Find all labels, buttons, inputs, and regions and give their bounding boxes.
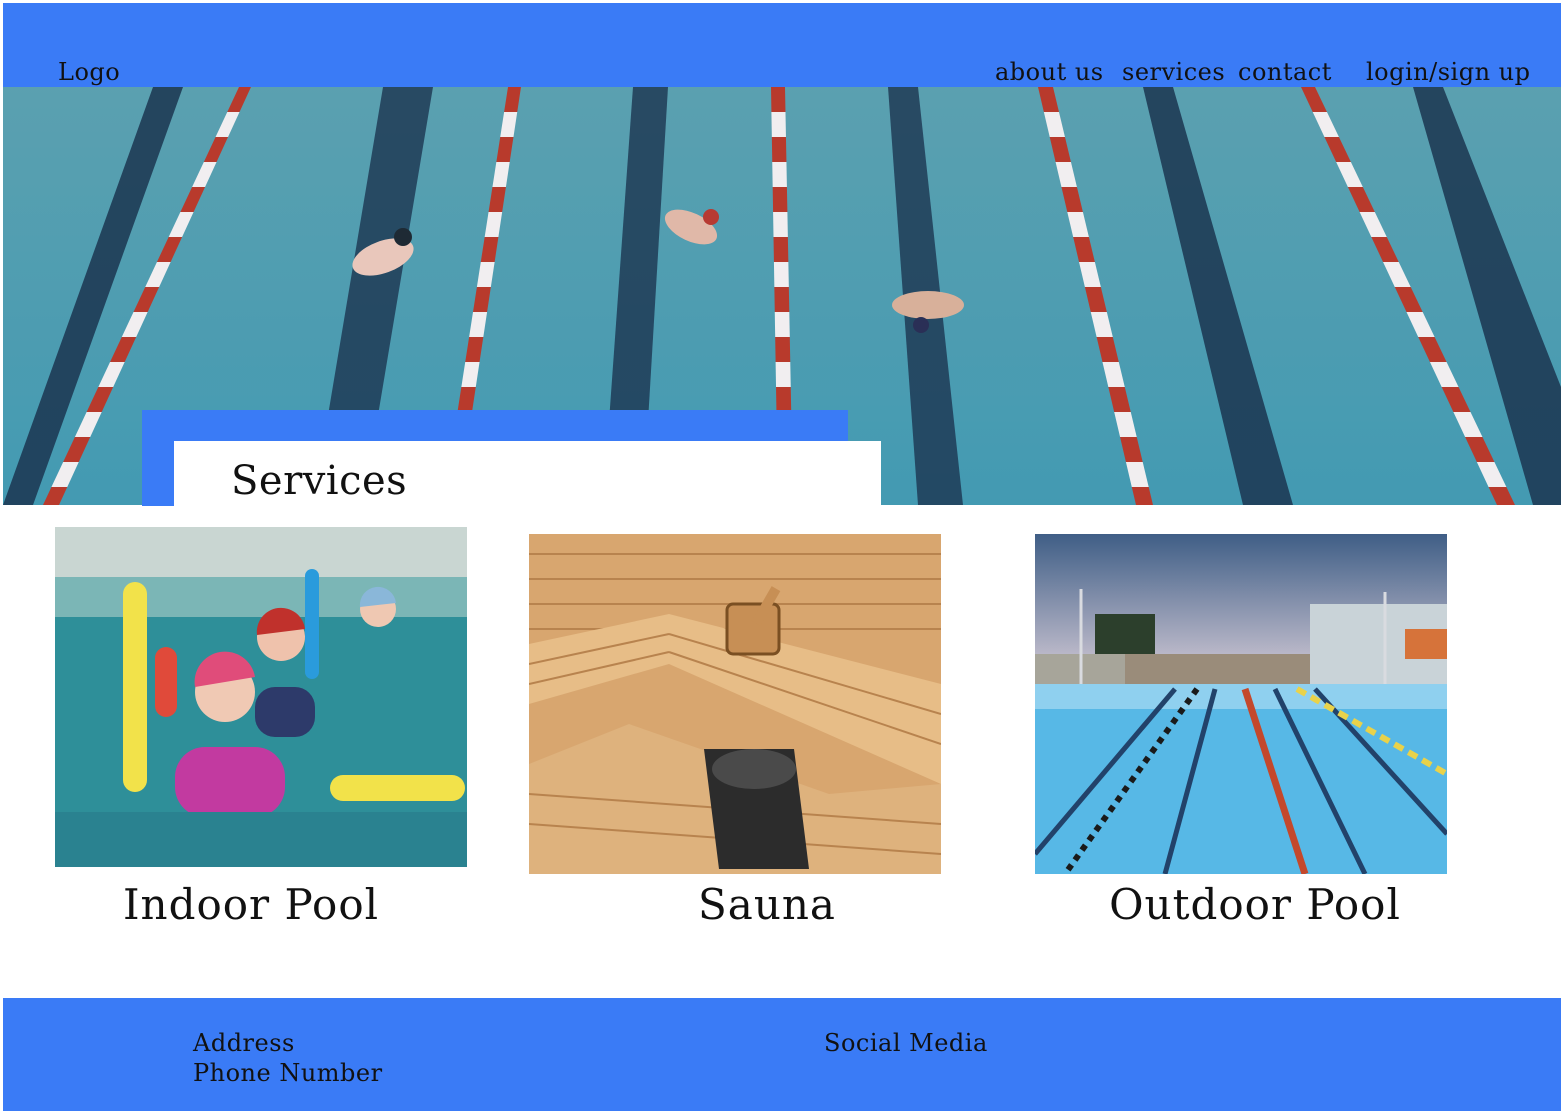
outdoor-pool-image[interactable] xyxy=(1035,534,1447,874)
header-bar: Logo about us services contact login/sig… xyxy=(3,3,1561,87)
indoor-pool-image[interactable] xyxy=(55,527,467,867)
footer-phone-number: Phone Number xyxy=(193,1059,383,1087)
services-heading: Services xyxy=(231,458,408,504)
footer-address: Address xyxy=(193,1029,295,1057)
outdoor-pool-label[interactable]: Outdoor Pool xyxy=(1049,880,1461,929)
sauna-label[interactable]: Sauna xyxy=(561,880,973,929)
footer-bar: Address Phone Number Social Media xyxy=(3,998,1561,1111)
nav-about-us[interactable]: about us xyxy=(995,58,1104,86)
logo[interactable]: Logo xyxy=(58,58,120,86)
nav-services[interactable]: services xyxy=(1122,58,1225,86)
footer-social-media[interactable]: Social Media xyxy=(824,1028,988,1058)
nav-login-sign-up[interactable]: login/sign up xyxy=(1366,58,1530,86)
sauna-image[interactable] xyxy=(529,534,941,874)
nav-contact[interactable]: contact xyxy=(1238,58,1332,86)
indoor-pool-label[interactable]: Indoor Pool xyxy=(45,880,457,929)
